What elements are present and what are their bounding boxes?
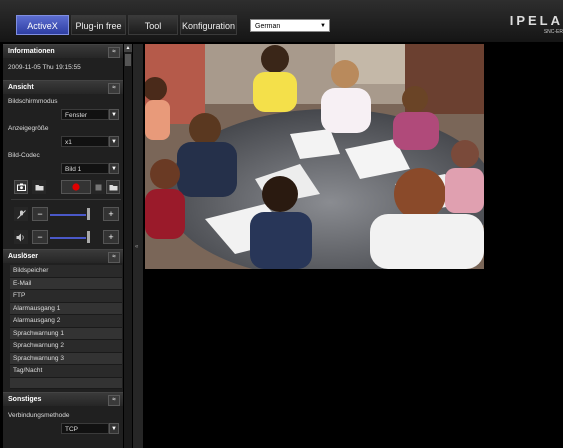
camera-icon bbox=[16, 183, 26, 191]
mic-muted-icon bbox=[16, 209, 26, 219]
speaker-volume-up-button[interactable]: + bbox=[103, 230, 119, 244]
language-value: German bbox=[255, 23, 281, 30]
collapse-icon[interactable]: ≈ bbox=[108, 47, 120, 58]
tab-tool[interactable]: Tool bbox=[128, 15, 178, 35]
trigger-item-alarm-2[interactable]: Alarmausgang 2 bbox=[10, 315, 122, 328]
left-panel-scrollbar[interactable]: ▲ bbox=[124, 44, 132, 448]
collapse-icon[interactable]: ≈ bbox=[108, 83, 120, 94]
codec-label: Bild-Codec bbox=[8, 152, 40, 159]
stop-icon bbox=[95, 184, 101, 190]
screen-mode-label: Bildschirmmodus bbox=[8, 98, 58, 105]
plus-icon: + bbox=[108, 209, 114, 219]
tab-activex[interactable]: ActiveX bbox=[16, 15, 69, 35]
video-frame-image bbox=[145, 44, 484, 269]
trigger-item-voice-1[interactable]: Sprachwarnung 1 bbox=[10, 327, 122, 340]
open-folder-button[interactable] bbox=[32, 180, 46, 194]
speaker-volume-handle[interactable] bbox=[87, 231, 90, 243]
panel-splitter[interactable]: « bbox=[133, 44, 143, 448]
trigger-item-bildspeicher[interactable]: Bildspeicher bbox=[10, 265, 122, 278]
record-icon bbox=[72, 183, 80, 191]
trigger-item-alarm-1[interactable]: Alarmausgang 1 bbox=[10, 302, 122, 315]
divider bbox=[11, 199, 121, 200]
left-panel: Informationen ≈ 2009-11-05 Thu 19:15:55 … bbox=[3, 44, 123, 448]
trigger-list: Bildspeicher E-Mail FTP Alarmausgang 1 A… bbox=[10, 265, 122, 389]
folder-icon bbox=[109, 185, 117, 191]
other-title: Sonstiges bbox=[8, 396, 42, 403]
trigger-item-day-night[interactable]: Tag/Nacht bbox=[10, 365, 122, 378]
tab-konfiguration[interactable]: Konfiguration bbox=[180, 15, 237, 35]
minus-icon: − bbox=[37, 209, 43, 219]
stop-button[interactable] bbox=[91, 180, 105, 194]
other-section-header[interactable]: Sonstiges ≈ bbox=[3, 392, 123, 406]
trigger-item-voice-2[interactable]: Sprachwarnung 2 bbox=[10, 340, 122, 353]
collapse-left-icon[interactable]: « bbox=[135, 244, 138, 250]
tab-plugin-free[interactable]: Plug-in free bbox=[71, 15, 126, 35]
connection-label: Verbindungsmethode bbox=[8, 412, 70, 419]
live-video[interactable] bbox=[145, 44, 484, 269]
info-title: Informationen bbox=[8, 48, 55, 55]
chevron-down-icon[interactable]: ▼ bbox=[109, 136, 119, 147]
trigger-item-ftp[interactable]: FTP bbox=[10, 290, 122, 303]
mic-volume-down-button[interactable]: − bbox=[32, 207, 48, 221]
collapse-icon[interactable]: ≈ bbox=[108, 252, 120, 263]
datetime: 2009-11-05 Thu 19:15:55 bbox=[8, 64, 81, 71]
chevron-down-icon: ▼ bbox=[320, 23, 326, 29]
info-section-header[interactable]: Informationen ≈ bbox=[3, 44, 123, 58]
mic-volume-slider[interactable] bbox=[50, 214, 86, 216]
top-bar: ActiveX Plug-in free Tool Konfiguration … bbox=[0, 0, 563, 43]
chevron-down-icon[interactable]: ▼ bbox=[109, 109, 119, 120]
record-button[interactable] bbox=[61, 180, 91, 194]
codec-select[interactable]: Bild 1 bbox=[61, 163, 109, 174]
record-folder-button[interactable] bbox=[106, 180, 120, 194]
trigger-section-header[interactable]: Auslöser ≈ bbox=[3, 249, 123, 263]
chevron-down-icon[interactable]: ▼ bbox=[109, 423, 119, 434]
chevron-down-icon[interactable]: ▼ bbox=[109, 163, 119, 174]
trigger-item-email[interactable]: E-Mail bbox=[10, 277, 122, 290]
folder-icon bbox=[35, 185, 43, 191]
trigger-title: Auslöser bbox=[8, 253, 38, 260]
collapse-icon[interactable]: ≈ bbox=[108, 395, 120, 406]
speaker-volume-down-button[interactable]: − bbox=[32, 230, 48, 244]
speaker-icon bbox=[16, 233, 24, 241]
trigger-item-empty bbox=[10, 377, 122, 389]
connection-select[interactable]: TCP bbox=[61, 423, 109, 434]
capture-button[interactable] bbox=[14, 180, 28, 194]
speaker-button[interactable] bbox=[14, 230, 28, 244]
plus-icon: + bbox=[108, 232, 114, 242]
mic-volume-up-button[interactable]: + bbox=[103, 207, 119, 221]
model-label: SNC-ER bbox=[543, 29, 563, 35]
language-select[interactable]: German ▼ bbox=[250, 19, 330, 32]
display-size-select[interactable]: x1 bbox=[61, 136, 109, 147]
display-size-label: Anzeigegröße bbox=[8, 125, 49, 132]
ipela-logo: IPELA bbox=[509, 13, 563, 28]
mic-volume-handle[interactable] bbox=[87, 208, 90, 220]
view-title: Ansicht bbox=[8, 84, 34, 91]
scroll-thumb[interactable] bbox=[125, 54, 131, 66]
screen-mode-select[interactable]: Fenster bbox=[61, 109, 109, 120]
speaker-volume-slider[interactable] bbox=[50, 237, 86, 239]
trigger-item-voice-3[interactable]: Sprachwarnung 3 bbox=[10, 352, 122, 365]
view-section-header[interactable]: Ansicht ≈ bbox=[3, 80, 123, 94]
mic-mute-button[interactable] bbox=[14, 207, 28, 221]
scroll-up-icon[interactable]: ▲ bbox=[124, 44, 132, 52]
minus-icon: − bbox=[37, 232, 43, 242]
